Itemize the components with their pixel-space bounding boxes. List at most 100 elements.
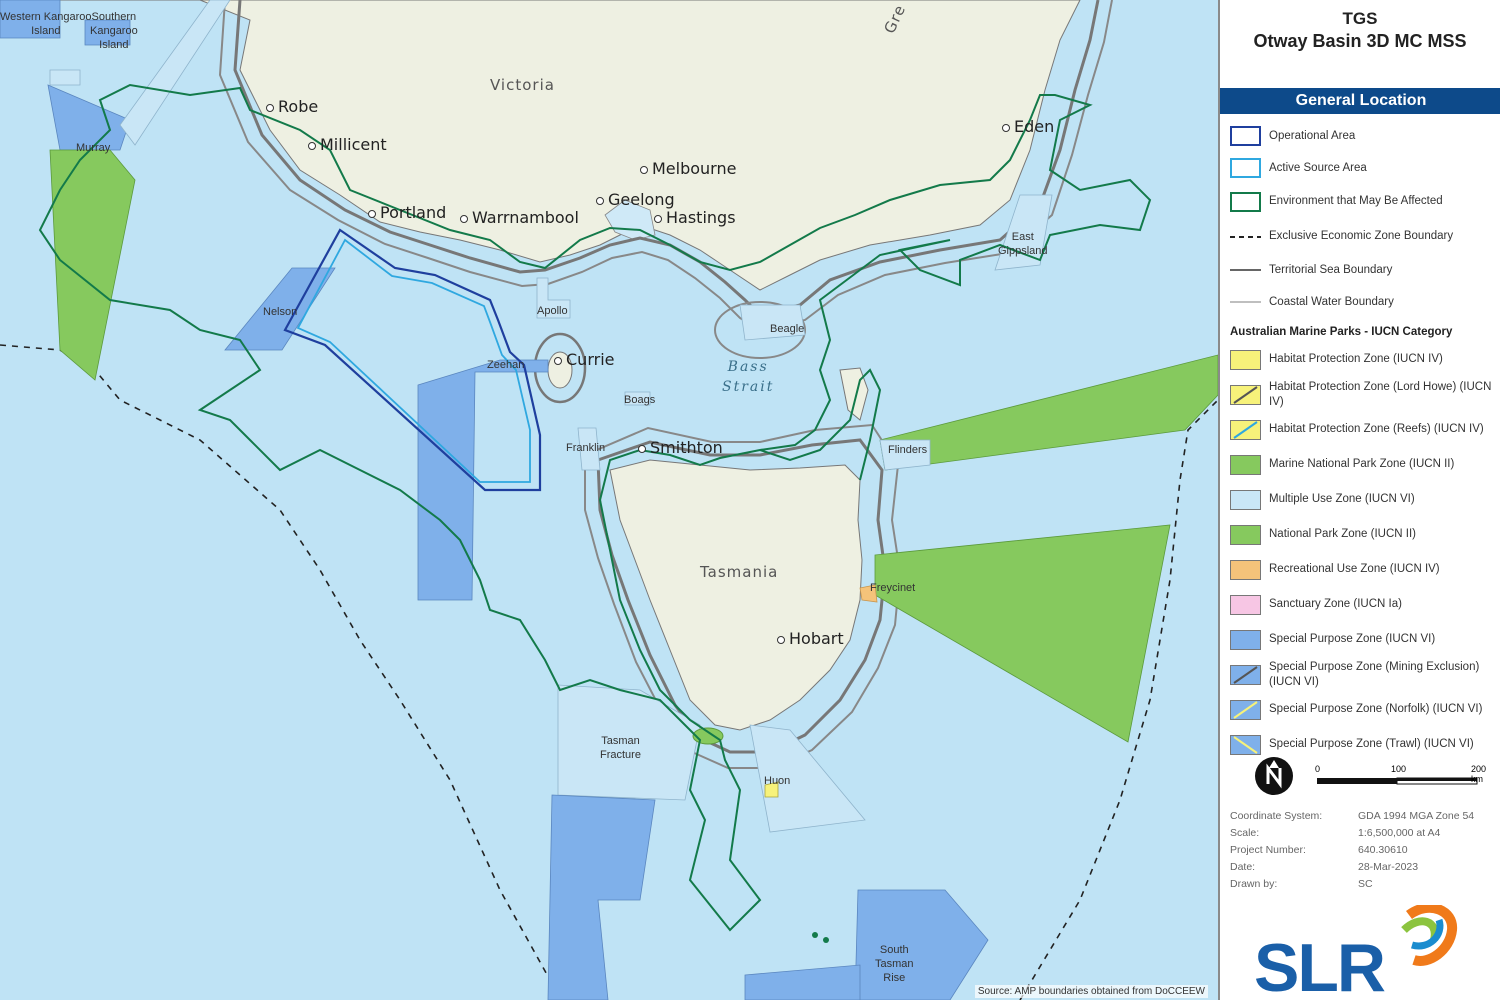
place-hastings: Hastings [654, 208, 736, 227]
legend-swatch [1230, 594, 1261, 615]
legend-park-item: National Park Zone (IUCN II) [1230, 517, 1500, 552]
place-name: Portland [380, 203, 447, 222]
legend-swatch [1230, 292, 1261, 312]
legend-park-item: Recreational Use Zone (IUCN IV) [1230, 552, 1500, 587]
scale-bar: 0 100 200 km [1315, 764, 1493, 788]
legend-label: Exclusive Economic Zone Boundary [1269, 230, 1454, 242]
scale-tick-200: 200 km [1471, 764, 1487, 784]
logo-text: SLR [1254, 930, 1386, 1006]
bass-strait-line2: Strait [722, 379, 775, 395]
legend-item-active: Active Source Area [1230, 152, 1500, 184]
place-name: Millicent [320, 135, 387, 154]
legend-label: Environment that May Be Affected [1269, 195, 1443, 207]
label-tasmania: Tasmania [700, 563, 779, 581]
place-millicent: Millicent [308, 135, 387, 154]
legend-parks: Habitat Protection Zone (IUCN IV) Habitat… [1230, 342, 1500, 762]
place-dot-icon [596, 196, 604, 205]
place-dot-icon [777, 635, 785, 644]
south-tasman-line2: Tasman [875, 958, 914, 970]
legend-label: Special Purpose Zone (Trawl) (IUCN VI) [1269, 738, 1474, 750]
label-beagle: Beagle [770, 323, 805, 335]
meta-key: Drawn by: [1230, 878, 1278, 890]
label-huon: Huon [764, 775, 791, 787]
map-canvas[interactable]: Victoria Gre Tasmania Bass Strait Robe Mi… [0, 0, 1218, 1000]
label-zeehan: Zeehan [487, 359, 525, 371]
place-name: Hobart [789, 629, 844, 648]
legend-label: Special Purpose Zone (Norfolk) (IUCN VI) [1269, 703, 1483, 715]
legend-label: Operational Area [1269, 129, 1356, 142]
parks-heading: Australian Marine Parks - IUCN Category [1230, 326, 1453, 338]
park-zeehan [417, 359, 549, 601]
legend-swatch [1230, 734, 1261, 755]
label-murray: Murray [76, 142, 111, 154]
title-line1: TGS [1342, 9, 1378, 28]
place-dot-icon [640, 165, 648, 174]
legend-park-item: Special Purpose Zone (Mining Exclusion) … [1230, 657, 1500, 692]
source-note: Source: AMP boundaries obtained from DoC… [974, 985, 1208, 998]
place-dot-icon [266, 103, 274, 112]
legend-label: Coastal Water Boundary [1269, 295, 1394, 308]
place-name: Hastings [666, 208, 736, 227]
south-tasman-line1: South [879, 944, 909, 956]
map-metadata: Coordinate System: GDA 1994 MGA Zone 54 Sc… [1230, 808, 1500, 893]
legend-park-item: Habitat Protection Zone (Reefs) (IUCN IV… [1230, 412, 1500, 447]
place-dot-icon [308, 141, 316, 150]
meta-value: 28-Mar-2023 [1358, 861, 1419, 873]
place-name: Currie [566, 350, 615, 369]
tasmania-land [609, 459, 863, 731]
legend-swatch [1230, 384, 1261, 405]
park-flinders [879, 354, 1218, 471]
place-robe: Robe [266, 97, 318, 116]
legend-park-item: Habitat Protection Zone (IUCN IV) [1230, 342, 1500, 377]
meta-value: GDA 1994 MGA Zone 54 [1358, 810, 1475, 822]
legend-swatch [1230, 489, 1261, 510]
legend-label: Marine National Park Zone (IUCN II) [1269, 458, 1455, 470]
legend-swatch [1230, 260, 1261, 280]
legend-swatch [1230, 419, 1261, 440]
legend-swatch [1230, 349, 1261, 370]
label-flinders: Flinders [888, 444, 928, 456]
label-apollo: Apollo [537, 305, 568, 317]
legend-label: Special Purpose Zone (IUCN VI) [1269, 633, 1436, 645]
meta-row: Scale: 1:6,500,000 at A4 [1230, 825, 1500, 842]
south-tasman-line3: Rise [883, 972, 906, 984]
legend-label: Territorial Sea Boundary [1269, 263, 1393, 276]
scale-tick-0: 0 [1315, 764, 1321, 774]
place-name: Melbourne [652, 159, 737, 178]
meta-key: Scale: [1230, 827, 1260, 839]
legend-swatch [1230, 629, 1261, 650]
label-franklin: Franklin [566, 442, 606, 454]
place-name: Smithton [650, 438, 723, 457]
meta-value: SC [1358, 878, 1373, 890]
legend-label: Multiple Use Zone (IUCN VI) [1269, 493, 1415, 505]
place-dot-icon [654, 214, 662, 223]
scale-tick-100: 100 [1391, 764, 1407, 774]
label-south-tasman: South Tasman Rise [875, 943, 914, 985]
legend-label: Special Purpose Zone (Mining Exclusion) … [1269, 660, 1480, 688]
meta-key: Coordinate System: [1230, 810, 1323, 822]
meta-key: Date: [1230, 861, 1256, 873]
meta-row: Project Number: 640.30610 [1230, 842, 1500, 859]
legend-item-operational: Operational Area [1230, 120, 1500, 152]
meta-value: 1:6,500,000 at A4 [1358, 827, 1441, 839]
label-southern-kangaroo: Southern Kangaroo Island [90, 10, 138, 52]
legend-park-item: Special Purpose Zone (Norfolk) (IUCN VI) [1230, 692, 1500, 727]
legend-lines: Operational Area Active Source Area Enviro… [1230, 120, 1500, 318]
place-dot-icon [638, 444, 646, 453]
meta-row: Drawn by: SC [1230, 876, 1500, 893]
legend-park-item: Special Purpose Zone (IUCN VI) [1230, 622, 1500, 657]
place-smithton: Smithton [638, 438, 723, 457]
place-dot-icon [554, 356, 562, 365]
place-name: Robe [278, 97, 319, 116]
southern-kangaroo-line3: Island [99, 39, 129, 51]
legend-park-item: Habitat Protection Zone (Lord Howe) (IUC… [1230, 377, 1500, 412]
label-freycinet: Freycinet [870, 582, 916, 594]
legend-swatch [1230, 227, 1261, 247]
label-tasman-fracture: Tasman Fracture [600, 734, 641, 762]
legend-swatch [1230, 699, 1261, 720]
tasman-fracture-line1: Tasman [601, 735, 640, 747]
place-name: Eden [1014, 117, 1055, 136]
label-nelson: Nelson [263, 306, 298, 318]
label-east-gippsland: East Gippsland [998, 230, 1048, 258]
label-boags: Boags [624, 394, 656, 406]
